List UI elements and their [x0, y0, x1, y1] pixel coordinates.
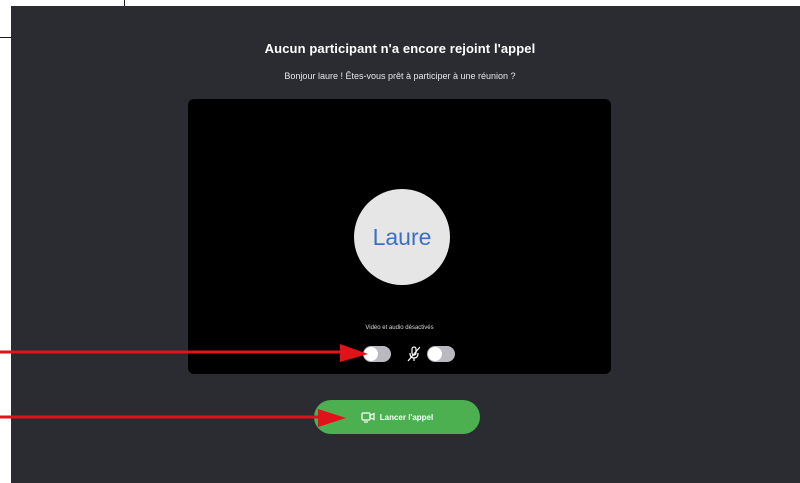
lobby-subtitle: Bonjour laure ! Êtes-vous prêt à partici…: [284, 71, 516, 81]
lobby-title: Aucun participant n'a encore rejoint l'a…: [264, 41, 536, 56]
microphone-toggle[interactable]: [427, 346, 455, 362]
launch-call-label: Lancer l'appel: [379, 412, 434, 422]
frame-line-horizontal: [0, 37, 11, 38]
avatar: Laure: [354, 189, 450, 285]
microphone-toggle-knob: [428, 347, 442, 361]
video-camera-icon: [361, 412, 375, 423]
microphone-muted-icon: [407, 346, 421, 362]
annotation-arrow-toggle: [0, 344, 368, 362]
avatar-label: Laure: [372, 223, 432, 250]
annotation-arrow-launch: [0, 409, 346, 427]
media-status-text: Vidéo et audio désactivés: [365, 325, 434, 331]
